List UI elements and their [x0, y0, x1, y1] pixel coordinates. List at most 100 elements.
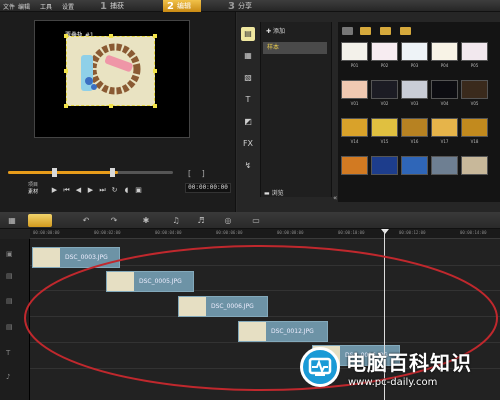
resize-handle[interactable] [109, 104, 113, 108]
repeat-icon[interactable]: ↻ [110, 186, 119, 194]
thumbnail-label: P01 [350, 63, 359, 68]
library-thumbnail[interactable] [341, 80, 368, 99]
thumbnail-label: P03 [410, 63, 419, 68]
mark-in-out-buttons[interactable]: [ ] [188, 169, 209, 178]
expand-icon[interactable]: ▣ [134, 186, 143, 194]
transition-icon[interactable]: ▧ [241, 71, 255, 85]
library-thumbnail[interactable] [341, 118, 368, 137]
go-to-end-icon[interactable]: ⏭ [98, 186, 107, 194]
watermark-url: www.pc-daily.com [348, 377, 438, 388]
auto-music-icon[interactable]: ♬ [195, 215, 207, 226]
record-capture-icon[interactable]: ✱ [140, 215, 152, 226]
show-video-icon[interactable] [360, 27, 371, 35]
preview-screen[interactable]: 覆叠轨 #1 [34, 20, 190, 138]
audio-mixer-icon[interactable]: ♫ [170, 215, 182, 226]
resize-handle[interactable] [109, 34, 113, 38]
library-thumbnail[interactable] [371, 80, 398, 99]
library-thumbnail[interactable] [431, 80, 458, 99]
watermark-title: 电脑百科知识 [346, 351, 472, 375]
mode-project[interactable]: 项目 [28, 182, 38, 189]
trim-in-marker[interactable] [52, 168, 57, 177]
library-thumbnail[interactable] [431, 156, 458, 175]
mode-clip[interactable]: 素材 [28, 189, 38, 196]
thumbnail-label: V04 [440, 101, 449, 106]
library-thumbnail[interactable] [431, 118, 458, 137]
library-thumbnail[interactable] [431, 42, 458, 61]
motion-tracking-icon[interactable]: ◎ [222, 215, 234, 226]
subtitle-editor-icon[interactable]: ▭ [250, 215, 262, 226]
folder-icon[interactable] [342, 27, 353, 35]
workflow-capture-tab[interactable]: 1 捕获 [100, 0, 124, 12]
library-thumbnail[interactable] [341, 156, 368, 175]
graphic-icon[interactable]: ◩ [241, 115, 255, 129]
previous-frame-icon[interactable]: ◀ [74, 186, 83, 194]
library-thumbnail[interactable] [371, 156, 398, 175]
library-thumbnail[interactable] [401, 118, 428, 137]
library-thumbnail[interactable] [371, 42, 398, 61]
workflow-share-tab[interactable]: 3 分享 [228, 0, 252, 12]
instant-project-icon[interactable]: ▦ [241, 49, 255, 63]
resize-handle[interactable] [153, 104, 157, 108]
add-folder-button[interactable]: ✚ 添加 [266, 26, 285, 35]
library-thumbnail[interactable] [401, 80, 428, 99]
show-photo-icon[interactable] [380, 27, 391, 35]
thumbnail-label: V17 [440, 139, 449, 144]
workflow-edit-tab[interactable]: 2 编辑 [163, 0, 201, 12]
resize-handle[interactable] [64, 69, 68, 73]
thumbnail-label: V16 [410, 139, 419, 144]
browse-icon: ▬ [264, 190, 272, 197]
show-audio-icon[interactable] [400, 27, 411, 35]
watermark-logo-icon [300, 347, 340, 387]
preview-mode-selector[interactable]: 项目 素材 [28, 182, 38, 196]
volume-icon[interactable]: ◖ [122, 186, 131, 194]
workflow-step-label: 分享 [237, 2, 252, 10]
title-icon[interactable]: T [241, 93, 255, 107]
path-icon[interactable]: ↯ [241, 159, 255, 173]
menu-tools[interactable]: 工具 [40, 2, 52, 11]
workflow-step-number: 3 [228, 0, 235, 12]
trim-out-marker[interactable] [110, 168, 115, 177]
resize-handle[interactable] [153, 34, 157, 38]
timeline-view-button[interactable] [28, 214, 52, 227]
redo-icon[interactable]: ↷ [108, 215, 120, 226]
thumbnail-label: P05 [470, 63, 479, 68]
library-thumbnail[interactable] [461, 118, 488, 137]
clip-photo-image [67, 37, 154, 105]
resize-handle[interactable] [153, 69, 157, 73]
ruler-tick-label: 00:00:02:00 [94, 230, 121, 235]
preview-scrubber-fill [8, 171, 118, 174]
filter-icon[interactable]: FX [241, 137, 255, 151]
ruler-tick-label: 00:00:00:00 [33, 230, 60, 235]
play-icon[interactable]: ▶ [50, 186, 59, 194]
library-thumbnail[interactable] [461, 42, 488, 61]
menu-file[interactable]: 文件 [3, 2, 15, 11]
workflow-step-number: 1 [100, 0, 107, 12]
next-frame-icon[interactable]: ▶ [86, 186, 95, 194]
overlay-clip-preview[interactable] [64, 34, 157, 108]
library-folder-item[interactable]: 样本 [263, 42, 327, 54]
thumbnail-label: V14 [350, 139, 359, 144]
thumbnail-label: V05 [470, 101, 479, 106]
collapse-library-icon[interactable]: « [333, 194, 337, 202]
library-thumbnail[interactable] [401, 42, 428, 61]
resize-handle[interactable] [64, 34, 68, 38]
ruler-tick-label: 00:00:12:00 [399, 230, 426, 235]
library-thumbnail[interactable] [371, 118, 398, 137]
library-thumbnail[interactable] [341, 42, 368, 61]
resize-handle[interactable] [64, 104, 68, 108]
library-thumbnail[interactable] [401, 156, 428, 175]
go-to-start-icon[interactable]: ⏮ [62, 186, 71, 194]
playhead-handle[interactable] [381, 229, 389, 234]
library-thumbnail[interactable] [461, 80, 488, 99]
menu-edit[interactable]: 编辑 [18, 2, 30, 11]
storyboard-view-icon[interactable]: ▦ [6, 215, 18, 226]
ruler-tick-label: 00:00:06:00 [216, 230, 243, 235]
timecode-display[interactable]: 00:00:00:00 [185, 183, 231, 193]
library-thumbnail[interactable] [461, 156, 488, 175]
media-library-icon[interactable]: ▤ [241, 27, 255, 41]
menu-settings[interactable]: 设置 [62, 2, 74, 11]
ruler-tick-label: 00:00:10:00 [338, 230, 365, 235]
undo-icon[interactable]: ↶ [80, 215, 92, 226]
browse-button[interactable]: ▬ 浏览 [264, 188, 284, 197]
menu-bar: 文件 编辑 工具 设置 1 捕获 2 编辑 3 分享 [0, 0, 500, 12]
